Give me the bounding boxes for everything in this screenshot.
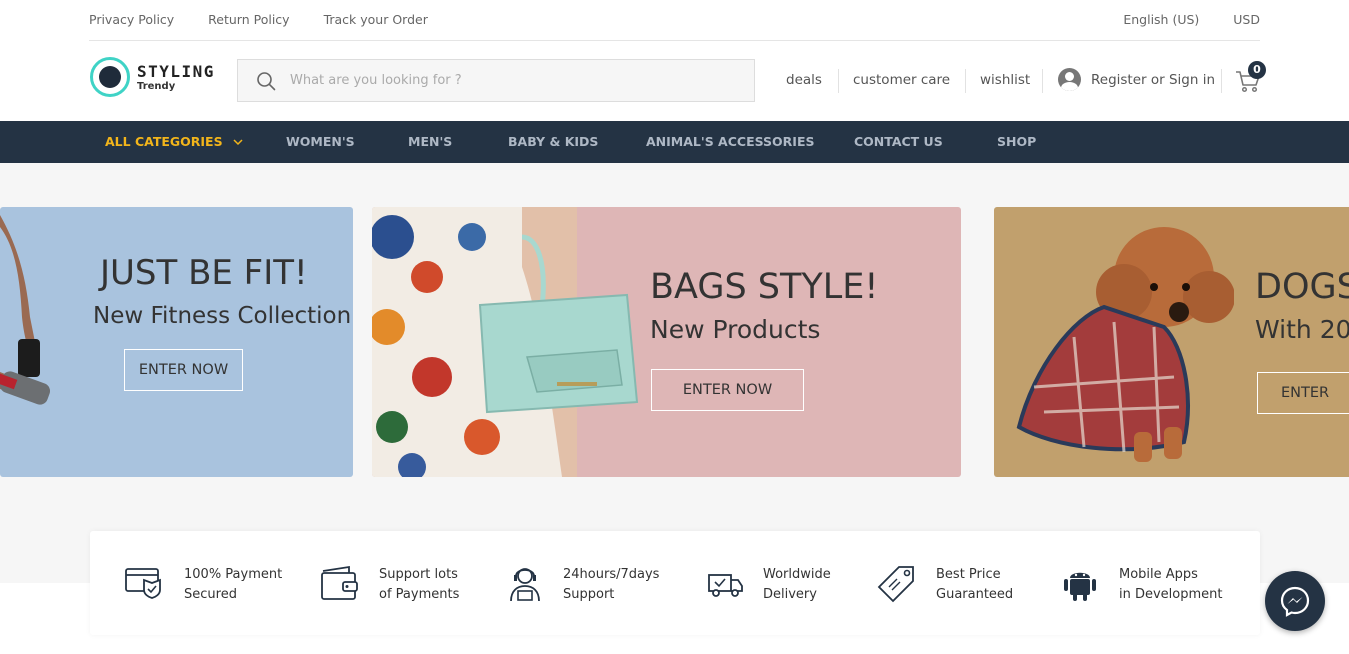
fitness-banner-heading: JUST BE FIT! (100, 253, 308, 293)
handbag-model-image (372, 207, 639, 477)
wishlist-link[interactable]: wishlist (980, 72, 1030, 88)
top-bar-right: English (US) USD (1093, 12, 1260, 27)
card-shield-icon (125, 568, 161, 599)
nav-all-categories-label: ALL CATEGORIES (105, 134, 223, 149)
nav-shop[interactable]: SHOP (997, 134, 1036, 149)
bags-banner-subheading: New Products (650, 315, 821, 344)
top-bar: Privacy Policy Return Policy Track your … (89, 0, 1260, 41)
feature-line2: Secured (184, 587, 237, 602)
divider (965, 69, 966, 93)
feature-line2: Support (563, 587, 615, 602)
messenger-icon (1280, 586, 1310, 617)
nav-baby-kids[interactable]: BABY & KIDS (508, 134, 598, 149)
nav-contact-us[interactable]: CONTACT US (854, 134, 943, 149)
feature-line2: of Payments (379, 587, 460, 602)
messenger-chat-button[interactable] (1265, 571, 1325, 631)
search-input[interactable] (290, 60, 740, 101)
delivery-truck-icon (708, 574, 743, 597)
android-icon (1064, 572, 1096, 601)
return-policy-link[interactable]: Return Policy (208, 12, 289, 27)
bags-enter-now-button[interactable]: ENTER NOW (651, 369, 804, 411)
feature-line2: Guaranteed (936, 587, 1014, 602)
fitness-enter-now-button[interactable]: ENTER NOW (124, 349, 243, 391)
nav-womens[interactable]: WOMEN'S (286, 134, 355, 149)
bags-banner[interactable]: BAGS STYLE! New Products ENTER NOW (372, 207, 961, 477)
logo[interactable]: STYLING Trendy (90, 57, 220, 99)
cart-count-badge: 0 (1248, 61, 1266, 79)
divider (1042, 69, 1043, 93)
divider (838, 69, 839, 93)
top-bar-left: Privacy Policy Return Policy Track your … (89, 12, 458, 27)
customer-care-link[interactable]: customer care (853, 72, 950, 88)
feature-line1: 100% Payment (184, 567, 283, 582)
user-icon[interactable] (1058, 68, 1081, 91)
logo-tagline: Trendy (137, 81, 176, 92)
feature-line1: 24hours/7days (563, 567, 660, 582)
header: STYLING Trendy deals customer care wishl… (0, 41, 1349, 121)
nav-all-categories[interactable]: ALL CATEGORIES (105, 134, 243, 149)
fitness-arm-image (0, 215, 51, 405)
logo-name: STYLING (137, 62, 215, 81)
dog-in-coat-image (1016, 227, 1234, 462)
fitness-banner-subheading: New Fitness Collection (93, 303, 352, 329)
features-bar: 100% Payment Secured Support lots of Pay… (90, 531, 1260, 635)
feature-line2: in Development (1119, 587, 1223, 602)
nav-mens[interactable]: MEN'S (408, 134, 452, 149)
price-tag-icon (877, 566, 914, 603)
feature-line1: Support lots (379, 567, 458, 582)
feature-line2: Delivery (763, 587, 817, 602)
track-order-link[interactable]: Track your Order (324, 12, 428, 27)
dogs-banner-subheading: With 20 (1255, 315, 1349, 344)
search-icon[interactable] (256, 71, 276, 91)
divider (1221, 69, 1222, 93)
main-nav: ALL CATEGORIES WOMEN'S MEN'S BABY & KIDS… (0, 121, 1349, 163)
dogs-banner[interactable]: DOGS With 20 ENTER (994, 207, 1349, 477)
register-signin-link[interactable]: Register or Sign in (1091, 72, 1215, 88)
fitness-banner[interactable]: JUST BE FIT! New Fitness Collection ENTE… (0, 207, 353, 477)
chevron-down-icon (233, 139, 243, 146)
hero-slider: JUST BE FIT! New Fitness Collection ENTE… (0, 163, 1349, 583)
deals-link[interactable]: deals (786, 72, 822, 88)
nav-animals-accessories[interactable]: ANIMAL'S ACCESSORIES (646, 134, 815, 149)
feature-line1: Mobile Apps (1119, 567, 1198, 582)
bags-banner-heading: BAGS STYLE! (650, 267, 879, 307)
currency-selector[interactable]: USD (1233, 12, 1260, 27)
dogs-banner-heading: DOGS (1255, 267, 1349, 307)
support-agent-icon (510, 568, 540, 602)
language-selector[interactable]: English (US) (1123, 12, 1199, 27)
dogs-enter-button[interactable]: ENTER (1257, 372, 1349, 414)
feature-line1: Worldwide (763, 567, 831, 582)
privacy-policy-link[interactable]: Privacy Policy (89, 12, 174, 27)
wallet-icon (321, 565, 358, 600)
feature-line1: Best Price (936, 567, 1001, 582)
search-bar (237, 59, 755, 102)
logo-bag-icon (90, 57, 130, 97)
